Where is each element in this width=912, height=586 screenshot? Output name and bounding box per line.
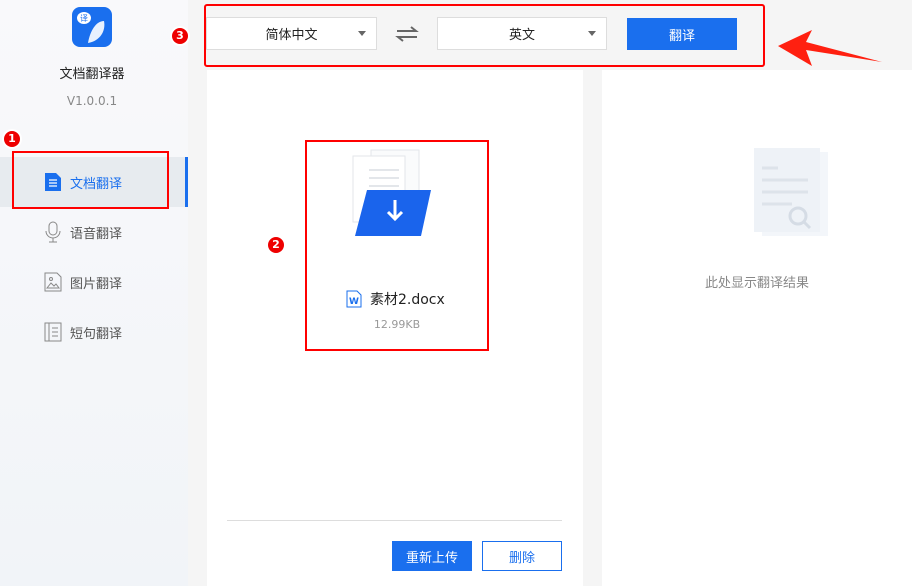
- delete-button[interactable]: 删除: [482, 541, 562, 571]
- divider: [227, 520, 562, 521]
- logo-text: 译: [80, 14, 88, 23]
- app-logo: 译: [72, 7, 112, 47]
- image-icon: [44, 272, 62, 292]
- annotation-arrow-icon: [778, 30, 882, 66]
- microphone-icon: [45, 221, 61, 243]
- annotation-box-3: [204, 4, 765, 67]
- annotation-badge-2: 2: [268, 237, 284, 253]
- sidebar-item-label: 图片翻译: [70, 276, 123, 292]
- sidebar-item-label: 短句翻译: [70, 326, 123, 342]
- sidebar-item-label: 语音翻译: [70, 226, 123, 242]
- text-icon: [44, 322, 62, 342]
- sidebar: 译 文档翻译器 V1.0.0.1 文档翻译 语音翻译 图片翻译 短句翻译: [0, 0, 188, 586]
- annotation-box-1: [12, 151, 169, 209]
- annotation-badge-3: 3: [172, 28, 188, 44]
- sidebar-item-sentence[interactable]: 短句翻译: [0, 307, 188, 357]
- reupload-button[interactable]: 重新上传: [392, 541, 472, 571]
- app-version: V1.0.0.1: [66, 94, 118, 108]
- sidebar-item-voice[interactable]: 语音翻译: [0, 207, 188, 257]
- empty-result-icon: [754, 148, 828, 236]
- annotation-box-2: [305, 140, 489, 351]
- annotation-badge-1: 1: [4, 131, 20, 147]
- app-name: 文档翻译器: [59, 67, 125, 82]
- sidebar-item-image[interactable]: 图片翻译: [0, 257, 188, 307]
- result-placeholder: 此处显示翻译结果: [704, 276, 809, 291]
